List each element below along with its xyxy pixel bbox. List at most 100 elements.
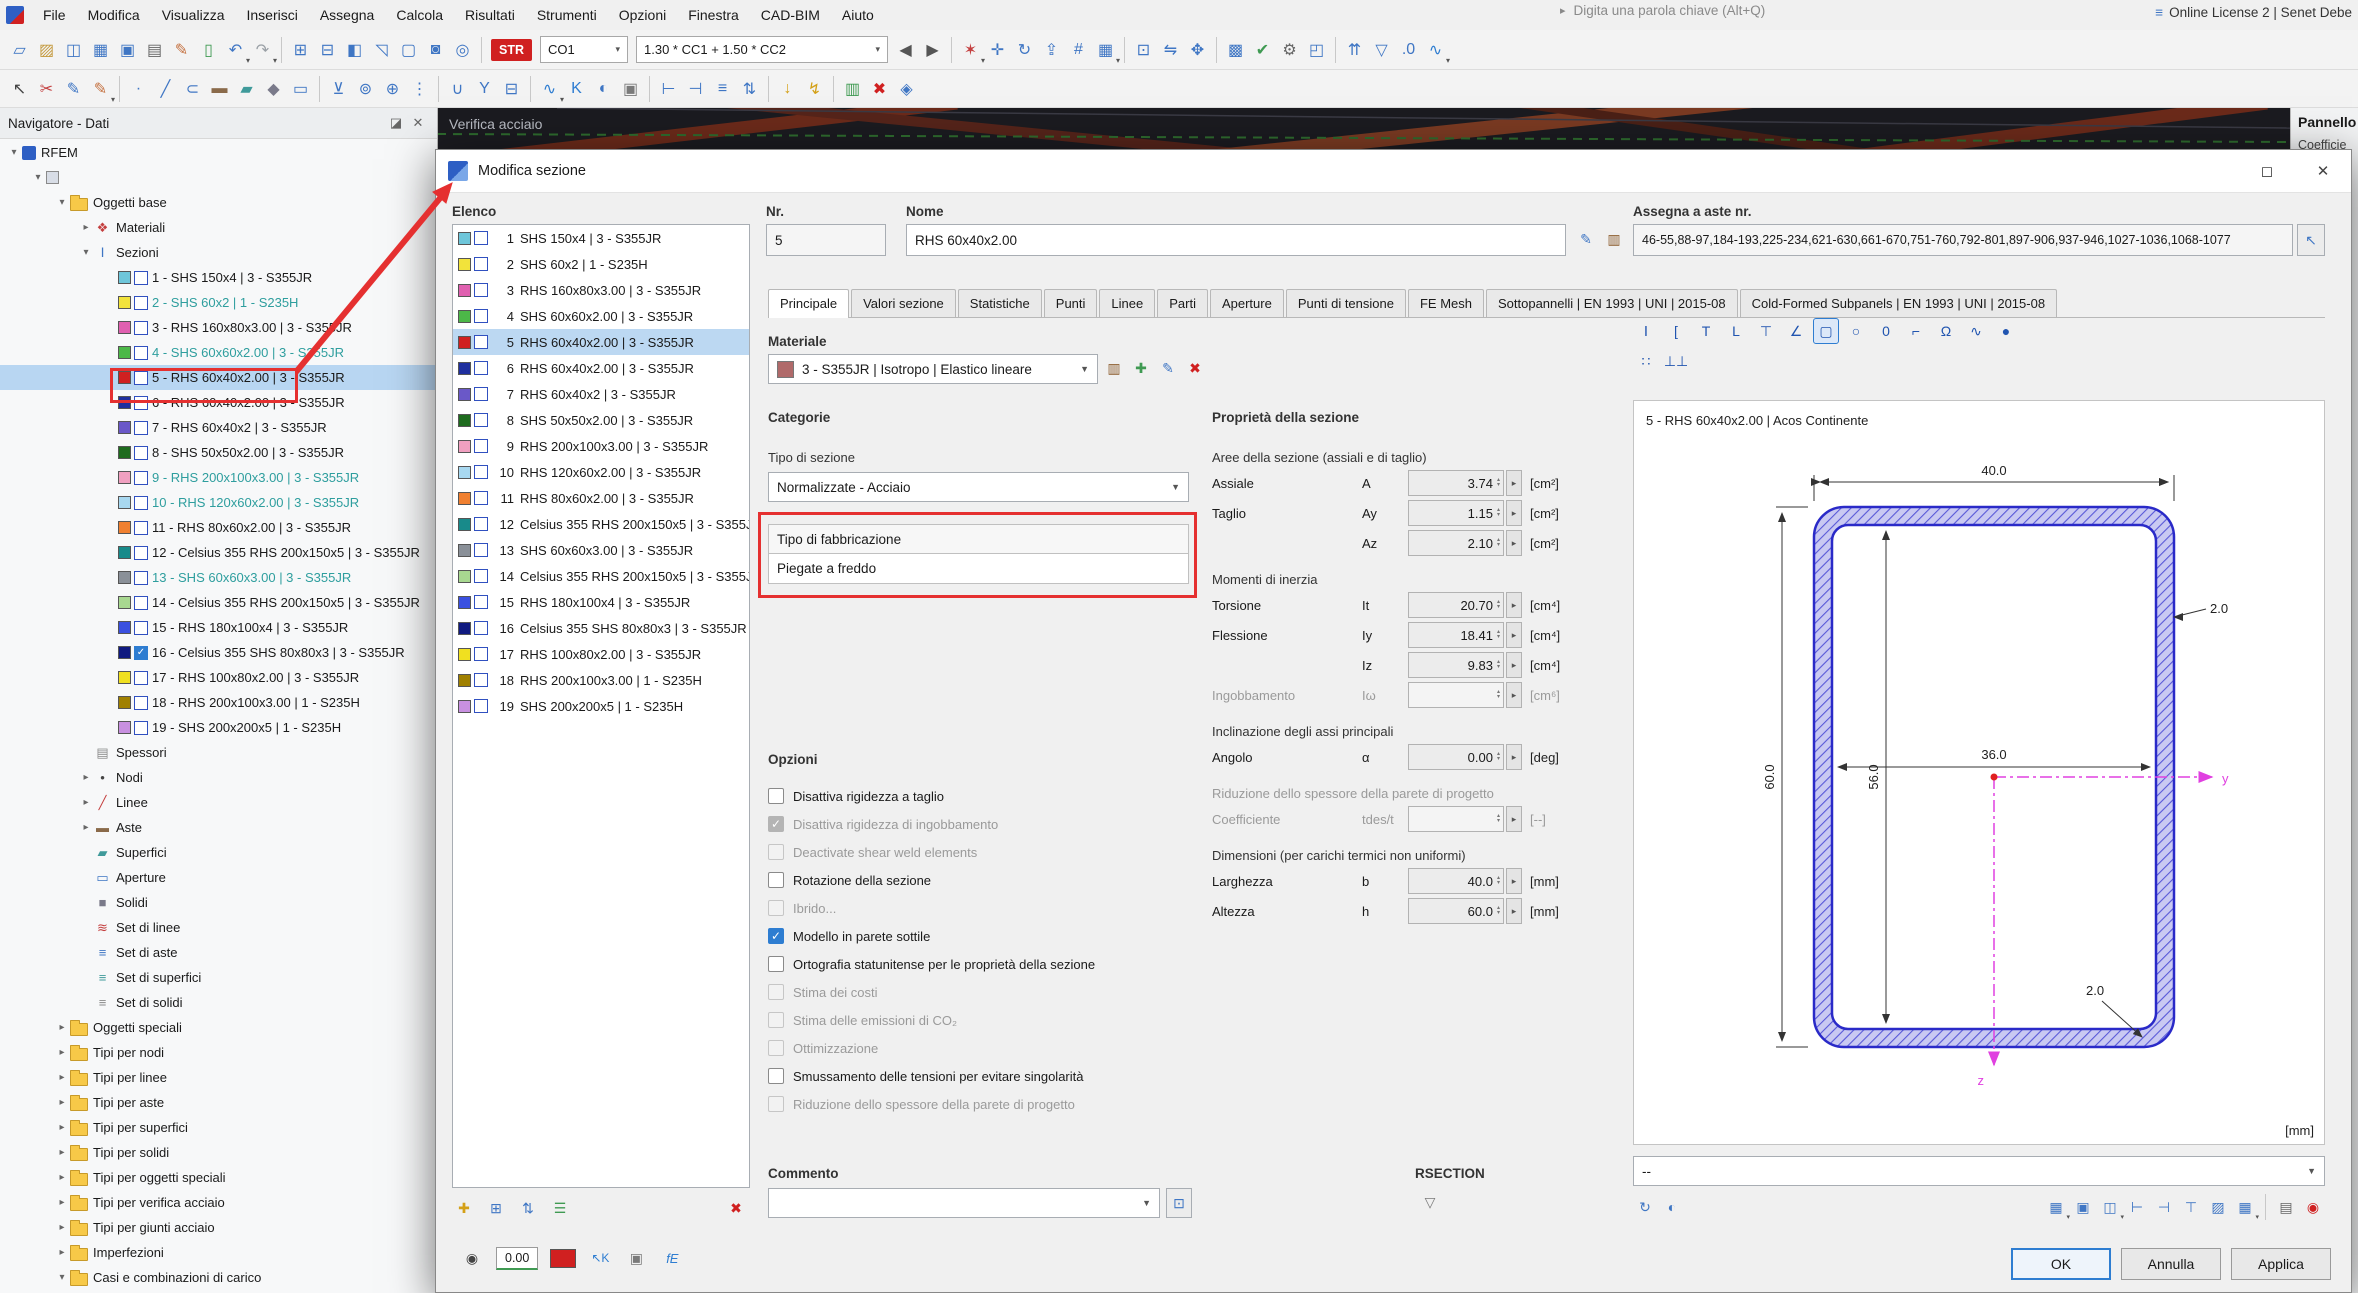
visibility-eye-icon[interactable]: ◐ (590, 75, 617, 102)
copy-object-icon[interactable]: ⊡ (1130, 36, 1157, 63)
property-value-input[interactable]: 9.83▴▾ (1408, 652, 1504, 678)
color-scale-icon[interactable]: ▥ (839, 75, 866, 102)
spinner-icon[interactable]: ▴▾ (1497, 752, 1500, 762)
tree-item[interactable]: ▸Tipi per nodi (0, 1040, 437, 1065)
tree-item[interactable]: ✓16 - Celsius 355 SHS 80x80x3 | 3 - S355… (0, 640, 437, 665)
new-arc-icon[interactable]: ⊂ (179, 75, 206, 102)
dimension-left-icon[interactable]: ⊢ (655, 75, 682, 102)
commento-select[interactable]: ▼ (768, 1188, 1160, 1218)
pin-icon[interactable]: ◪ (385, 112, 407, 134)
spinner-icon[interactable]: ▴▾ (1497, 876, 1500, 886)
tables-icon[interactable]: ▦ (87, 36, 114, 63)
section-list-item[interactable]: 18RHS 200x100x3.00 | 1 - S235H (453, 667, 749, 693)
sort-sections-button[interactable]: ⇅ (516, 1196, 540, 1220)
new-model-icon[interactable]: ▱ (6, 36, 33, 63)
dialog-tab[interactable]: Cold-Formed Subpanels | EN 1993 | UNI | … (1740, 289, 2057, 317)
copy-section-button[interactable]: ⊞ (484, 1196, 508, 1220)
lightning-icon[interactable]: ↯ (801, 75, 828, 102)
spinner-icon[interactable]: ▴▾ (1497, 600, 1500, 610)
remove-material-button[interactable]: ✖ (1183, 356, 1207, 380)
elevate-icon[interactable]: ⇪ (1038, 36, 1065, 63)
section-list-item[interactable]: 12Celsius 355 RHS 200x150x5 | 3 - S355JR (453, 511, 749, 537)
dialog-tab[interactable]: Valori sezione (851, 289, 956, 317)
new-section-button[interactable]: ✚ (452, 1196, 476, 1220)
tree-expander-icon[interactable]: ▸ (78, 222, 94, 233)
dialog-tab[interactable]: FE Mesh (1408, 289, 1484, 317)
rename-section-button[interactable]: ✎ (1574, 227, 1598, 251)
tree-item[interactable]: 11 - RHS 80x60x2.00 | 3 - S355JR (0, 515, 437, 540)
tree-item[interactable]: 4 - SHS 60x60x2.00 | 3 - S355JR (0, 340, 437, 365)
hinge-icon[interactable]: ⊚ (352, 75, 379, 102)
tree-item[interactable]: 12 - Celsius 355 RHS 200x150x5 | 3 - S35… (0, 540, 437, 565)
arrow-down-icon[interactable]: ↓ (774, 75, 801, 102)
divide-icon[interactable]: ⋮ (406, 75, 433, 102)
calculate-icon[interactable]: ▩ (1222, 36, 1249, 63)
select-arrow-icon[interactable]: ↖ (6, 75, 33, 102)
lock-icon[interactable]: ◈ (893, 75, 920, 102)
section-list-item[interactable]: 16Celsius 355 SHS 80x80x3 | 3 - S355JR (453, 615, 749, 641)
open-model-icon[interactable]: ▨ (33, 36, 60, 63)
property-value-input[interactable]: 1.15▴▾ (1408, 500, 1504, 526)
window-tile-icon[interactable]: ⊟ (314, 36, 341, 63)
option-row[interactable]: Rotazione della sezione (768, 866, 1198, 894)
search-input[interactable]: ▸ Digita una parola chiave (Alt+Q) (1560, 3, 1765, 18)
tree-expander-icon[interactable]: ▸ (54, 1122, 70, 1133)
tree-item[interactable]: 2 - SHS 60x2 | 1 - S235H (0, 290, 437, 315)
tree-item[interactable]: ▸▬Aste (0, 815, 437, 840)
favorites-icon[interactable]: ✶▾ (957, 36, 984, 63)
tree-item[interactable]: ▭Aperture (0, 865, 437, 890)
menu-strumenti[interactable]: Strumenti (526, 2, 608, 28)
prev-loadcase-icon[interactable]: ◀ (892, 36, 919, 63)
tree-item[interactable]: ▸❖Materiali (0, 215, 437, 240)
tree-item[interactable]: ▾ (0, 165, 437, 190)
spinner-icon[interactable]: ▴▾ (1497, 538, 1500, 548)
diagram-icon[interactable]: ∿▾ (1422, 36, 1449, 63)
grid-table-icon[interactable]: ▦▾ (1092, 36, 1119, 63)
save-icon[interactable]: ▣ (114, 36, 141, 63)
spinner-icon[interactable]: ▴▾ (1497, 630, 1500, 640)
k-factor-icon[interactable]: K (563, 75, 590, 102)
section-list-item[interactable]: 6RHS 60x40x2.00 | 3 - S355JR (453, 355, 749, 381)
next-loadcase-icon[interactable]: ▶ (919, 36, 946, 63)
section-list-item[interactable]: 13SHS 60x60x3.00 | 3 - S355JR (453, 537, 749, 563)
tree-expander-icon[interactable]: ▾ (6, 147, 22, 158)
tree-item[interactable]: ▾RFEM (0, 140, 437, 165)
checkbox[interactable] (768, 788, 784, 804)
menu-finestra[interactable]: Finestra (677, 2, 750, 28)
tree-item[interactable]: 17 - RHS 100x80x2.00 | 3 - S355JR (0, 665, 437, 690)
section-list-item[interactable]: 14Celsius 355 RHS 200x150x5 | 3 - S355JR (453, 563, 749, 589)
section-list-item[interactable]: 7RHS 60x40x2 | 3 - S355JR (453, 381, 749, 407)
tree-item[interactable]: ▾ⅠSezioni (0, 240, 437, 265)
dialog-tab[interactable]: Parti (1157, 289, 1208, 317)
tree-expander-icon[interactable]: ▸ (78, 822, 94, 833)
dialog-tab[interactable]: Punti (1044, 289, 1098, 317)
detail-button[interactable]: ▸ (1506, 744, 1522, 770)
tree-item[interactable]: ≋Set di linee (0, 915, 437, 940)
new-opening-icon[interactable]: ▭ (287, 75, 314, 102)
delete-icon[interactable]: ✖ (866, 75, 893, 102)
detail-button[interactable]: ▸ (1506, 868, 1522, 894)
i-section-icon[interactable]: Ⅰ (1633, 318, 1659, 344)
distribute-icon[interactable]: ⇅ (736, 75, 763, 102)
menu-assegna[interactable]: Assegna (309, 2, 385, 28)
window-new-icon[interactable]: ⊞ (287, 36, 314, 63)
new-solid-icon[interactable]: ◆ (260, 75, 287, 102)
assegna-field[interactable]: 46-55,88-97,184-193,225-234,621-630,661-… (1633, 224, 2293, 256)
nr-field[interactable]: 5 (766, 224, 886, 256)
decimals-icon[interactable]: .0 (1395, 36, 1422, 63)
spinner-icon[interactable]: ▴▾ (1497, 508, 1500, 518)
dialog-tab[interactable]: Punti di tensione (1286, 289, 1406, 317)
decimal-places-button[interactable]: 0.00 (496, 1247, 538, 1270)
tree-expander-icon[interactable]: ▸ (78, 772, 94, 783)
detail-button[interactable]: ▸ (1506, 530, 1522, 556)
chs-section-icon[interactable]: ○ (1843, 318, 1869, 344)
angle-section-icon[interactable]: L (1723, 318, 1749, 344)
layers-icon[interactable]: ◫▾ (2098, 1195, 2122, 1219)
print-icon[interactable]: ▤ (141, 36, 168, 63)
settings-gear-icon[interactable]: ⚙ (1276, 36, 1303, 63)
menu-calcola[interactable]: Calcola (385, 2, 454, 28)
checkbox[interactable] (768, 1068, 784, 1084)
section-list-item[interactable]: 11RHS 80x60x2.00 | 3 - S355JR (453, 485, 749, 511)
dual-view-icon[interactable]: ◧ (341, 36, 368, 63)
axes-icon[interactable]: ⊤ (2179, 1195, 2203, 1219)
